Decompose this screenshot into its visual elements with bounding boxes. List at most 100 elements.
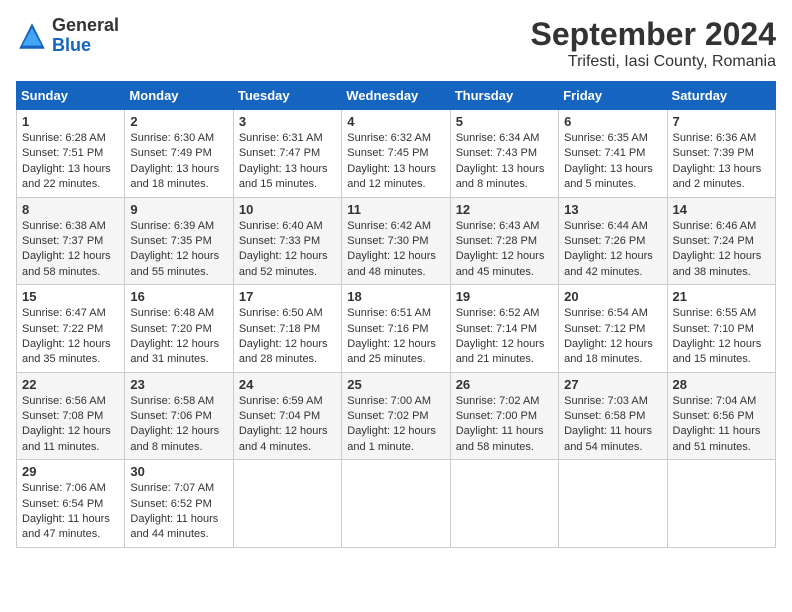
day-info: Sunrise: 6:54 AM Sunset: 7:12 PM Dayligh… — [564, 306, 661, 368]
day-number: 4 — [347, 114, 444, 129]
day-number: 15 — [22, 289, 119, 304]
day-number: 29 — [22, 464, 119, 479]
day-number: 23 — [130, 377, 227, 392]
day-info: Sunrise: 6:46 AM Sunset: 7:24 PM Dayligh… — [673, 219, 770, 281]
day-number: 1 — [22, 114, 119, 129]
title-block: September 2024 Trifesti, Iasi County, Ro… — [531, 16, 776, 71]
calendar-header-cell: Tuesday — [233, 82, 341, 110]
day-info: Sunrise: 7:04 AM Sunset: 6:56 PM Dayligh… — [673, 394, 770, 456]
calendar-header-cell: Sunday — [17, 82, 125, 110]
logo-general: General — [52, 16, 119, 36]
day-number: 27 — [564, 377, 661, 392]
day-info: Sunrise: 6:42 AM Sunset: 7:30 PM Dayligh… — [347, 219, 444, 281]
day-info: Sunrise: 6:44 AM Sunset: 7:26 PM Dayligh… — [564, 219, 661, 281]
calendar-cell: 21 Sunrise: 6:55 AM Sunset: 7:10 PM Dayli… — [667, 285, 775, 373]
day-info: Sunrise: 6:58 AM Sunset: 7:06 PM Dayligh… — [130, 394, 227, 456]
calendar-header-cell: Thursday — [450, 82, 558, 110]
calendar-cell: 15 Sunrise: 6:47 AM Sunset: 7:22 PM Dayli… — [17, 285, 125, 373]
page-subtitle: Trifesti, Iasi County, Romania — [531, 53, 776, 71]
day-info: Sunrise: 6:39 AM Sunset: 7:35 PM Dayligh… — [130, 219, 227, 281]
day-info: Sunrise: 6:32 AM Sunset: 7:45 PM Dayligh… — [347, 131, 444, 193]
day-number: 17 — [239, 289, 336, 304]
calendar-header-cell: Wednesday — [342, 82, 450, 110]
logo-icon — [16, 20, 48, 52]
day-number: 24 — [239, 377, 336, 392]
calendar-cell: 29 Sunrise: 7:06 AM Sunset: 6:54 PM Dayli… — [17, 460, 125, 548]
day-number: 11 — [347, 202, 444, 217]
calendar-header-cell: Saturday — [667, 82, 775, 110]
calendar-cell: 20Sunrise: 6:54 AM Sunset: 7:12 PM Dayli… — [559, 285, 667, 373]
calendar-week-row: 1 Sunrise: 6:28 AM Sunset: 7:51 PM Daylig… — [17, 110, 776, 198]
calendar-cell — [233, 460, 341, 548]
calendar-cell: 13 Sunrise: 6:44 AM Sunset: 7:26 PM Dayli… — [559, 197, 667, 285]
calendar-cell: 27Sunrise: 7:03 AM Sunset: 6:58 PM Dayli… — [559, 372, 667, 460]
calendar-table: SundayMondayTuesdayWednesdayThursdayFrid… — [16, 81, 776, 548]
calendar-cell: 28 Sunrise: 7:04 AM Sunset: 6:56 PM Dayli… — [667, 372, 775, 460]
calendar-cell: 3 Sunrise: 6:31 AM Sunset: 7:47 PM Daylig… — [233, 110, 341, 198]
day-info: Sunrise: 6:34 AM Sunset: 7:43 PM Dayligh… — [456, 131, 553, 193]
day-info: Sunrise: 6:31 AM Sunset: 7:47 PM Dayligh… — [239, 131, 336, 193]
calendar-cell: 19Sunrise: 6:52 AM Sunset: 7:14 PM Dayli… — [450, 285, 558, 373]
day-info: Sunrise: 6:50 AM Sunset: 7:18 PM Dayligh… — [239, 306, 336, 368]
calendar-week-row: 22Sunrise: 6:56 AM Sunset: 7:08 PM Dayli… — [17, 372, 776, 460]
calendar-cell: 26Sunrise: 7:02 AM Sunset: 7:00 PM Dayli… — [450, 372, 558, 460]
day-info: Sunrise: 7:06 AM Sunset: 6:54 PM Dayligh… — [22, 481, 119, 543]
day-number: 30 — [130, 464, 227, 479]
calendar-cell — [667, 460, 775, 548]
calendar-cell: 5Sunrise: 6:34 AM Sunset: 7:43 PM Daylig… — [450, 110, 558, 198]
day-info: Sunrise: 6:52 AM Sunset: 7:14 PM Dayligh… — [456, 306, 553, 368]
day-number: 21 — [673, 289, 770, 304]
calendar-cell — [450, 460, 558, 548]
calendar-cell: 23 Sunrise: 6:58 AM Sunset: 7:06 PM Dayli… — [125, 372, 233, 460]
day-number: 8 — [22, 202, 119, 217]
day-number: 6 — [564, 114, 661, 129]
day-number: 13 — [564, 202, 661, 217]
day-info: Sunrise: 6:55 AM Sunset: 7:10 PM Dayligh… — [673, 306, 770, 368]
calendar-cell: 2Sunrise: 6:30 AM Sunset: 7:49 PM Daylig… — [125, 110, 233, 198]
day-number: 25 — [347, 377, 444, 392]
logo: General Blue — [16, 16, 119, 56]
day-number: 14 — [673, 202, 770, 217]
calendar-week-row: 15 Sunrise: 6:47 AM Sunset: 7:22 PM Dayli… — [17, 285, 776, 373]
calendar-body: 1 Sunrise: 6:28 AM Sunset: 7:51 PM Daylig… — [17, 110, 776, 548]
calendar-cell: 11 Sunrise: 6:42 AM Sunset: 7:30 PM Dayli… — [342, 197, 450, 285]
calendar-cell: 10Sunrise: 6:40 AM Sunset: 7:33 PM Dayli… — [233, 197, 341, 285]
day-info: Sunrise: 6:59 AM Sunset: 7:04 PM Dayligh… — [239, 394, 336, 456]
calendar-cell: 1 Sunrise: 6:28 AM Sunset: 7:51 PM Daylig… — [17, 110, 125, 198]
calendar-header-cell: Friday — [559, 82, 667, 110]
day-number: 28 — [673, 377, 770, 392]
day-info: Sunrise: 6:48 AM Sunset: 7:20 PM Dayligh… — [130, 306, 227, 368]
day-info: Sunrise: 6:51 AM Sunset: 7:16 PM Dayligh… — [347, 306, 444, 368]
calendar-cell: 16 Sunrise: 6:48 AM Sunset: 7:20 PM Dayli… — [125, 285, 233, 373]
calendar-week-row: 29 Sunrise: 7:06 AM Sunset: 6:54 PM Dayli… — [17, 460, 776, 548]
logo-blue: Blue — [52, 36, 119, 56]
calendar-cell — [559, 460, 667, 548]
calendar-cell: 12Sunrise: 6:43 AM Sunset: 7:28 PM Dayli… — [450, 197, 558, 285]
day-info: Sunrise: 7:00 AM Sunset: 7:02 PM Dayligh… — [347, 394, 444, 456]
day-number: 16 — [130, 289, 227, 304]
day-info: Sunrise: 6:40 AM Sunset: 7:33 PM Dayligh… — [239, 219, 336, 281]
calendar-week-row: 8 Sunrise: 6:38 AM Sunset: 7:37 PM Daylig… — [17, 197, 776, 285]
day-info: Sunrise: 6:38 AM Sunset: 7:37 PM Dayligh… — [22, 219, 119, 281]
day-number: 18 — [347, 289, 444, 304]
day-info: Sunrise: 6:43 AM Sunset: 7:28 PM Dayligh… — [456, 219, 553, 281]
day-info: Sunrise: 7:07 AM Sunset: 6:52 PM Dayligh… — [130, 481, 227, 543]
calendar-cell: 22Sunrise: 6:56 AM Sunset: 7:08 PM Dayli… — [17, 372, 125, 460]
day-info: Sunrise: 6:47 AM Sunset: 7:22 PM Dayligh… — [22, 306, 119, 368]
day-number: 9 — [130, 202, 227, 217]
day-number: 7 — [673, 114, 770, 129]
calendar-cell: 30 Sunrise: 7:07 AM Sunset: 6:52 PM Dayli… — [125, 460, 233, 548]
day-info: Sunrise: 6:28 AM Sunset: 7:51 PM Dayligh… — [22, 131, 119, 193]
logo-text: General Blue — [52, 16, 119, 56]
day-number: 3 — [239, 114, 336, 129]
calendar-cell: 18 Sunrise: 6:51 AM Sunset: 7:16 PM Dayli… — [342, 285, 450, 373]
calendar-cell — [342, 460, 450, 548]
day-number: 26 — [456, 377, 553, 392]
page-title: September 2024 — [531, 16, 776, 53]
header-row: SundayMondayTuesdayWednesdayThursdayFrid… — [17, 82, 776, 110]
day-info: Sunrise: 6:30 AM Sunset: 7:49 PM Dayligh… — [130, 131, 227, 193]
page-header: General Blue September 2024 Trifesti, Ia… — [16, 16, 776, 71]
day-info: Sunrise: 6:56 AM Sunset: 7:08 PM Dayligh… — [22, 394, 119, 456]
calendar-cell: 14 Sunrise: 6:46 AM Sunset: 7:24 PM Dayli… — [667, 197, 775, 285]
calendar-cell: 8 Sunrise: 6:38 AM Sunset: 7:37 PM Daylig… — [17, 197, 125, 285]
